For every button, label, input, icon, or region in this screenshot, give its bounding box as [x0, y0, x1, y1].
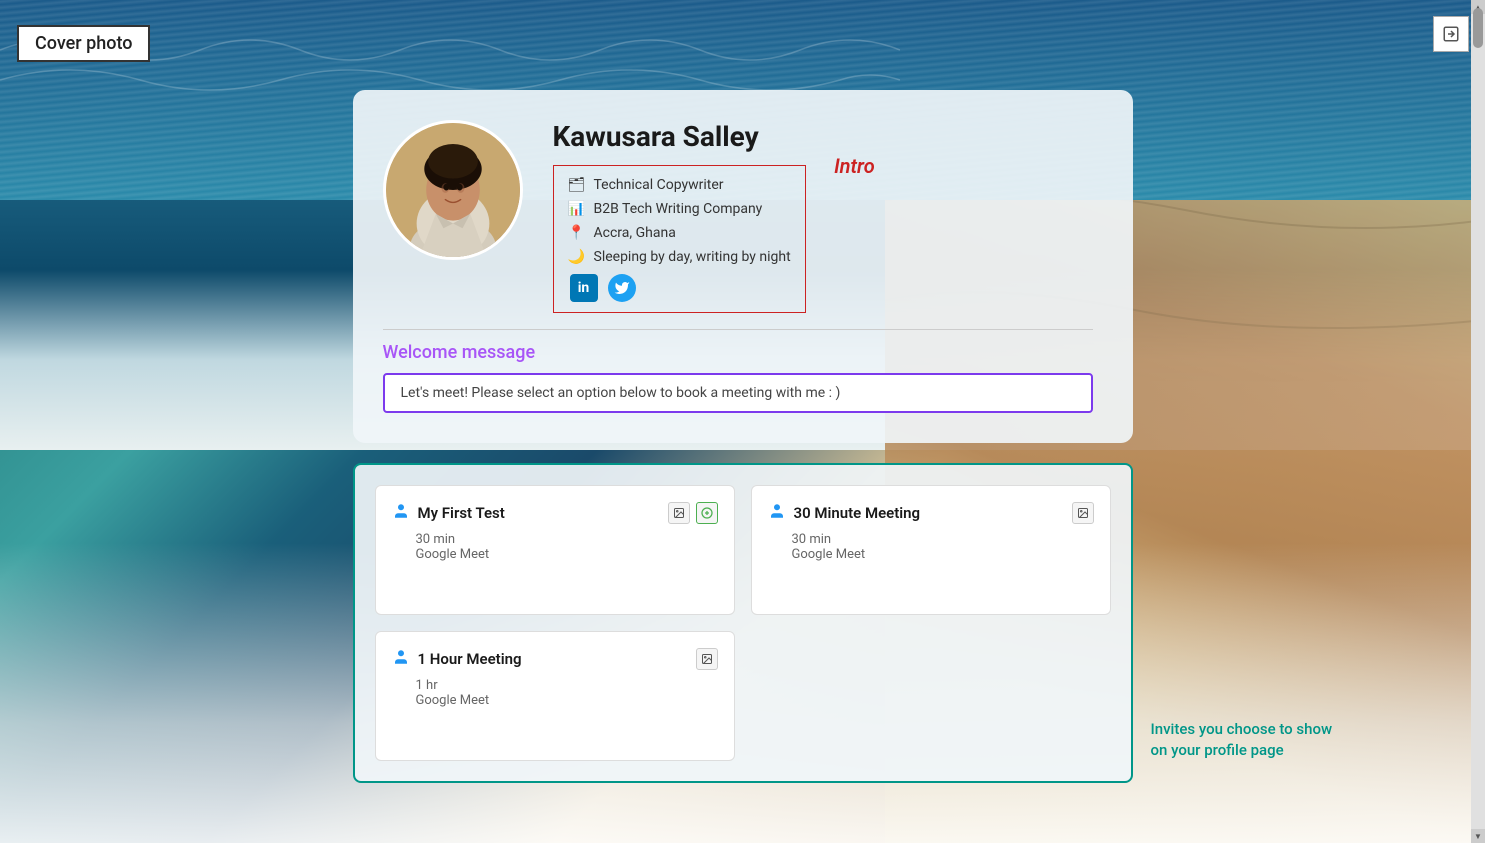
meeting-2-person-icon — [768, 502, 786, 524]
meeting-3-duration: 1 hr — [416, 678, 718, 693]
meeting-3-platform: Google Meet — [416, 693, 718, 708]
export-button[interactable] — [1433, 16, 1469, 52]
intro-location-text: Accra, Ghana — [594, 225, 676, 241]
linkedin-label: in — [578, 280, 590, 296]
meeting-card-1-header: My First Test — [392, 502, 718, 524]
meeting-3-person-icon — [392, 648, 410, 670]
twitter-button[interactable] — [608, 274, 636, 302]
job-icon: 🗂 — [568, 176, 586, 194]
meeting-1-meta: 30 min Google Meet — [392, 532, 718, 562]
meeting-card-3[interactable]: 1 Hour Meeting 1 hr Go — [375, 631, 735, 761]
intro-company-text: B2B Tech Writing Company — [594, 201, 763, 217]
cover-photo-label: Cover photo — [17, 25, 150, 62]
meeting-3-title: 1 Hour Meeting — [418, 650, 522, 668]
meeting-2-meta: 30 min Google Meet — [768, 532, 1094, 562]
cover-photo-text: Cover photo — [35, 33, 132, 54]
meeting-1-title: My First Test — [418, 504, 505, 522]
main-content: Kawusara Salley Intro 🗂 Technical Copywr… — [0, 90, 1485, 783]
meeting-3-meta: 1 hr Google Meet — [392, 678, 718, 708]
avatar — [383, 120, 523, 260]
scrollbar[interactable]: ▲ ▼ — [1471, 0, 1485, 843]
meeting-card-3-header: 1 Hour Meeting — [392, 648, 718, 670]
intro-item-location: 📍 Accra, Ghana — [568, 224, 791, 242]
meeting-1-image-btn[interactable] — [668, 502, 690, 524]
meeting-2-title: 30 Minute Meeting — [794, 504, 921, 522]
meeting-1-person-icon — [392, 502, 410, 524]
intro-label: Intro — [834, 154, 875, 178]
meeting-card-2[interactable]: 30 Minute Meeting 30 min — [751, 485, 1111, 615]
profile-info: Kawusara Salley Intro 🗂 Technical Copywr… — [553, 120, 1093, 313]
meeting-1-duration: 30 min — [416, 532, 718, 547]
social-icons: in — [568, 274, 791, 302]
meeting-2-platform: Google Meet — [792, 547, 1094, 562]
profile-card: Kawusara Salley Intro 🗂 Technical Copywr… — [353, 90, 1133, 443]
meeting-card-2-header: 30 Minute Meeting — [768, 502, 1094, 524]
meeting-card-1[interactable]: My First Test — [375, 485, 735, 615]
meeting-3-title-row: 1 Hour Meeting — [392, 648, 522, 670]
meeting-1-platform: Google Meet — [416, 547, 718, 562]
empty-slot — [751, 631, 1111, 761]
scrollbar-down[interactable]: ▼ — [1471, 829, 1485, 843]
welcome-label: Welcome message — [383, 342, 1093, 363]
meeting-2-icons — [1072, 502, 1094, 524]
scrollbar-thumb[interactable] — [1473, 8, 1483, 48]
welcome-section: Welcome message Let's meet! Please selec… — [383, 329, 1093, 413]
welcome-message: Let's meet! Please select an option belo… — [383, 373, 1093, 413]
intro-item-job: 🗂 Technical Copywriter — [568, 176, 791, 194]
meeting-1-icons — [668, 502, 718, 524]
intro-box: Intro 🗂 Technical Copywriter 📊 B2B Tech … — [553, 165, 806, 313]
meeting-2-title-row: 30 Minute Meeting — [768, 502, 921, 524]
invites-card: My First Test — [353, 463, 1133, 783]
company-icon: 📊 — [568, 200, 586, 218]
intro-item-bio: 🌙 Sleeping by day, writing by night — [568, 248, 791, 266]
meeting-grid: My First Test — [375, 485, 1111, 761]
profile-top: Kawusara Salley Intro 🗂 Technical Copywr… — [383, 120, 1093, 313]
intro-item-company: 📊 B2B Tech Writing Company — [568, 200, 791, 218]
bio-icon: 🌙 — [568, 248, 586, 266]
intro-bio-text: Sleeping by day, writing by night — [594, 249, 791, 265]
meeting-3-image-btn[interactable] — [696, 648, 718, 670]
location-icon: 📍 — [568, 224, 586, 242]
meeting-3-icons — [696, 648, 718, 670]
profile-name: Kawusara Salley — [553, 120, 1093, 153]
meeting-1-title-row: My First Test — [392, 502, 505, 524]
linkedin-button[interactable]: in — [570, 274, 598, 302]
intro-job-text: Technical Copywriter — [594, 177, 724, 193]
meeting-1-add-btn[interactable] — [696, 502, 718, 524]
meeting-2-duration: 30 min — [792, 532, 1094, 547]
meeting-2-image-btn[interactable] — [1072, 502, 1094, 524]
invites-note: Invites you choose to show on your profi… — [1151, 719, 1351, 761]
